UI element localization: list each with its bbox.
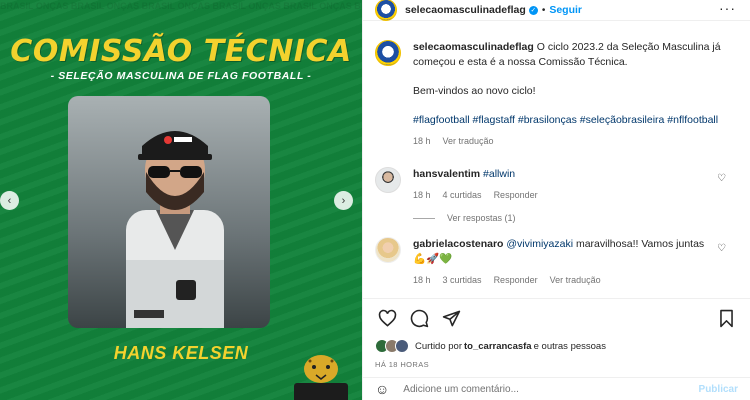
comment-like-heart-icon[interactable]: ♡ (717, 243, 726, 254)
post-modal: BRASIL ONÇAS BRASIL ONÇAS BRASIL ONÇAS B… (0, 0, 750, 400)
chevron-right-icon: › (341, 194, 346, 207)
commenter-avatar[interactable] (375, 237, 401, 263)
reply-button[interactable]: Responder (494, 188, 538, 203)
share-button[interactable] (439, 307, 463, 331)
comment-emojis: 💪🚀💚 (413, 253, 453, 265)
see-translation-button[interactable]: Ver tradução (550, 273, 601, 288)
caption: selecaomasculinadeflag O ciclo 2023.2 da… (375, 40, 738, 149)
commenter-avatar[interactable] (375, 167, 401, 193)
more-options-icon[interactable]: ··· (719, 0, 736, 16)
caption-avatar[interactable] (375, 40, 401, 66)
see-translation-button[interactable]: Ver tradução (443, 134, 494, 149)
image-title: COMISSÃO TÉCNICA (10, 34, 352, 69)
comment-time: 18 h (413, 190, 431, 200)
paper-plane-icon (442, 310, 460, 327)
caption-username[interactable]: selecaomasculinadeflag (413, 41, 534, 53)
author-avatar[interactable] (375, 0, 397, 21)
liker-avatars[interactable] (375, 339, 409, 353)
image-subtitle: - SELEÇÃO MASCULINA DE FLAG FOOTBALL - (50, 70, 312, 82)
like-button[interactable] (375, 307, 399, 331)
caption-time: 18 h (413, 136, 431, 146)
likes-suffix[interactable]: e outras pessoas (534, 341, 606, 352)
caption-line2: Bem-vindos ao novo ciclo! (413, 85, 536, 97)
heart-icon (378, 309, 396, 327)
post-timestamp[interactable]: HÁ 18 HORAS (375, 360, 429, 369)
player-photo (68, 96, 270, 328)
commenter-username[interactable]: hansvalentim (413, 168, 480, 180)
image-background-text: BRASIL ONÇAS BRASIL ONÇAS BRASIL ONÇAS B… (0, 1, 362, 11)
comment-item: gabrielacostenaro @vivimiyazaki maravilh… (375, 237, 738, 288)
view-replies-label: Ver respostas (1) (447, 213, 516, 223)
likes-summary: Curtido por to_carrancasfa e outras pess… (375, 339, 606, 353)
comment-item: hansvalentim #allwin 18 h 4 curtidas Res… (375, 167, 738, 203)
comment-mention[interactable]: @vivimiyazaki (506, 238, 573, 250)
comment-likes-count[interactable]: 3 curtidas (443, 273, 482, 288)
author-username[interactable]: selecaomasculinadeflag (405, 4, 526, 16)
publish-button[interactable]: Publicar (699, 384, 738, 395)
comments-section: selecaomasculinadeflag O ciclo 2023.2 da… (363, 22, 750, 295)
replies-divider (413, 217, 435, 219)
reply-button[interactable]: Responder (494, 273, 538, 288)
bookmark-icon (719, 309, 733, 328)
comment-button[interactable] (407, 307, 431, 331)
likes-prefix: Curtido por (415, 340, 462, 352)
player-figure (126, 131, 224, 328)
liked-by-username[interactable]: to_carrancasfa (464, 341, 532, 352)
commenter-username[interactable]: gabrielacostenaro (413, 238, 503, 250)
post-actions-bar (363, 298, 750, 338)
comment-time: 18 h (413, 275, 431, 285)
post-header: selecaomasculinadeflag ✓ • Seguir ··· (363, 0, 750, 21)
comment-hashtag[interactable]: #allwin (483, 168, 515, 180)
previous-image-button[interactable]: ‹ (0, 191, 19, 210)
comment-bubble-icon (410, 309, 428, 328)
verified-badge-icon: ✓ (528, 5, 538, 15)
chevron-left-icon: ‹ (7, 194, 12, 207)
liker-avatar (395, 339, 409, 353)
comment-text: maravilhosa!! Vamos juntas (575, 238, 705, 250)
follow-button[interactable]: Seguir (549, 4, 582, 16)
header-separator: • (541, 4, 546, 16)
add-comment-bar: ☺ Publicar (363, 377, 750, 400)
team-logo (294, 355, 348, 400)
post-side-panel: selecaomasculinadeflag ✓ • Seguir ··· se… (362, 0, 750, 400)
emoji-picker-icon[interactable]: ☺ (375, 381, 389, 397)
comment-like-heart-icon[interactable]: ♡ (717, 173, 726, 184)
caption-hashtags[interactable]: #flagfootball #flagstaff #brasilonças #s… (413, 113, 738, 128)
comment-likes-count[interactable]: 4 curtidas (443, 188, 482, 203)
post-image[interactable]: BRASIL ONÇAS BRASIL ONÇAS BRASIL ONÇAS B… (0, 0, 362, 400)
view-replies-button[interactable]: Ver respostas (1) (413, 213, 738, 223)
add-comment-input[interactable] (403, 383, 699, 395)
save-button[interactable] (714, 307, 738, 331)
next-image-button[interactable]: › (334, 191, 353, 210)
